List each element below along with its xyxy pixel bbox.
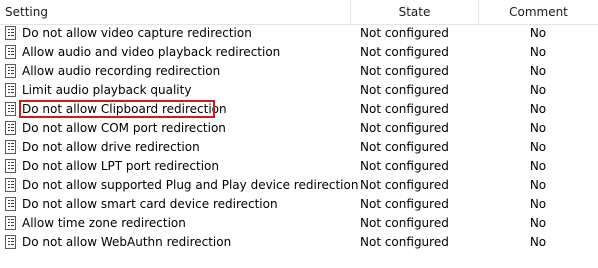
settings-rows: Do not allow video capture redirection N… [0, 24, 598, 252]
policy-setting-icon [5, 235, 16, 249]
column-header-row: Setting State Comment [0, 0, 598, 25]
comment-cell: No [529, 121, 547, 135]
setting-cell: Do not allow COM port redirection [5, 119, 350, 138]
policy-setting-icon [5, 121, 16, 135]
state-cell: Not configured [360, 121, 449, 135]
setting-name: Allow audio and video playback redirecti… [22, 45, 281, 59]
setting-name: Do not allow supported Plug and Play dev… [22, 178, 359, 192]
state-cell: Not configured [360, 197, 449, 211]
table-row[interactable]: Do not allow drive redirection Not confi… [0, 138, 598, 157]
setting-cell: Do not allow Clipboard redirection [5, 100, 350, 119]
comment-cell: No [529, 159, 547, 173]
setting-cell: Do not allow supported Plug and Play dev… [5, 176, 358, 195]
comment-cell: No [529, 235, 547, 249]
state-cell: Not configured [360, 83, 449, 97]
state-cell: Not configured [360, 235, 449, 249]
column-header-state[interactable]: State [350, 0, 478, 24]
state-cell: Not configured [360, 140, 449, 154]
policy-setting-icon [5, 102, 16, 116]
setting-cell: Allow audio and video playback redirecti… [5, 43, 350, 62]
comment-cell: No [529, 102, 547, 116]
setting-name: Do not allow COM port redirection [22, 121, 226, 135]
table-row[interactable]: Do not allow COM port redirection Not co… [0, 119, 598, 138]
policy-setting-icon [5, 64, 16, 78]
setting-cell: Do not allow drive redirection [5, 138, 350, 157]
setting-cell: Allow time zone redirection [5, 214, 350, 233]
setting-name: Do not allow WebAuthn redirection [22, 235, 232, 249]
comment-cell: No [529, 83, 547, 97]
comment-cell: No [529, 45, 547, 59]
comment-cell: No [529, 178, 547, 192]
policy-setting-icon [5, 26, 16, 40]
setting-name: Allow time zone redirection [22, 216, 186, 230]
policy-settings-list: Setting State Comment Do not allow video… [0, 0, 598, 268]
state-cell: Not configured [360, 45, 449, 59]
table-row[interactable]: Allow time zone redirection Not configur… [0, 214, 598, 233]
policy-setting-icon [5, 140, 16, 154]
policy-setting-icon [5, 197, 16, 211]
table-row[interactable]: Limit audio playback quality Not configu… [0, 81, 598, 100]
policy-setting-icon [5, 216, 16, 230]
setting-name: Limit audio playback quality [22, 83, 192, 97]
comment-cell: No [529, 64, 547, 78]
policy-setting-icon [5, 83, 16, 97]
state-cell: Not configured [360, 102, 449, 116]
policy-setting-icon [5, 45, 16, 59]
comment-cell: No [529, 26, 547, 40]
comment-cell: No [529, 140, 547, 154]
setting-name: Do not allow Clipboard redirection [22, 102, 227, 116]
state-cell: Not configured [360, 26, 449, 40]
setting-name: Do not allow video capture redirection [22, 26, 252, 40]
setting-cell: Do not allow LPT port redirection [5, 157, 350, 176]
table-row[interactable]: Do not allow smart card device redirecti… [0, 195, 598, 214]
table-row[interactable]: Allow audio recording redirection Not co… [0, 62, 598, 81]
table-row-highlighted[interactable]: Do not allow Clipboard redirection Not c… [0, 100, 598, 119]
column-header-comment[interactable]: Comment [478, 0, 598, 24]
state-cell: Not configured [360, 178, 449, 192]
setting-cell: Do not allow video capture redirection [5, 24, 350, 43]
setting-name: Do not allow drive redirection [22, 140, 200, 154]
setting-name: Allow audio recording redirection [22, 64, 221, 78]
comment-cell: No [529, 216, 547, 230]
setting-name: Do not allow smart card device redirecti… [22, 197, 278, 211]
table-row[interactable]: Do not allow supported Plug and Play dev… [0, 176, 598, 195]
table-row[interactable]: Allow audio and video playback redirecti… [0, 43, 598, 62]
policy-setting-icon [5, 159, 16, 173]
setting-cell: Limit audio playback quality [5, 81, 350, 100]
table-row[interactable]: Do not allow WebAuthn redirection Not co… [0, 233, 598, 252]
comment-cell: No [529, 197, 547, 211]
setting-name: Do not allow LPT port redirection [22, 159, 219, 173]
setting-cell: Allow audio recording redirection [5, 62, 350, 81]
table-row[interactable]: Do not allow video capture redirection N… [0, 24, 598, 43]
state-cell: Not configured [360, 216, 449, 230]
policy-setting-icon [5, 178, 16, 192]
setting-cell: Do not allow WebAuthn redirection [5, 233, 350, 252]
column-header-setting[interactable]: Setting [0, 0, 350, 24]
table-row[interactable]: Do not allow LPT port redirection Not co… [0, 157, 598, 176]
state-cell: Not configured [360, 64, 449, 78]
state-cell: Not configured [360, 159, 449, 173]
setting-cell: Do not allow smart card device redirecti… [5, 195, 350, 214]
